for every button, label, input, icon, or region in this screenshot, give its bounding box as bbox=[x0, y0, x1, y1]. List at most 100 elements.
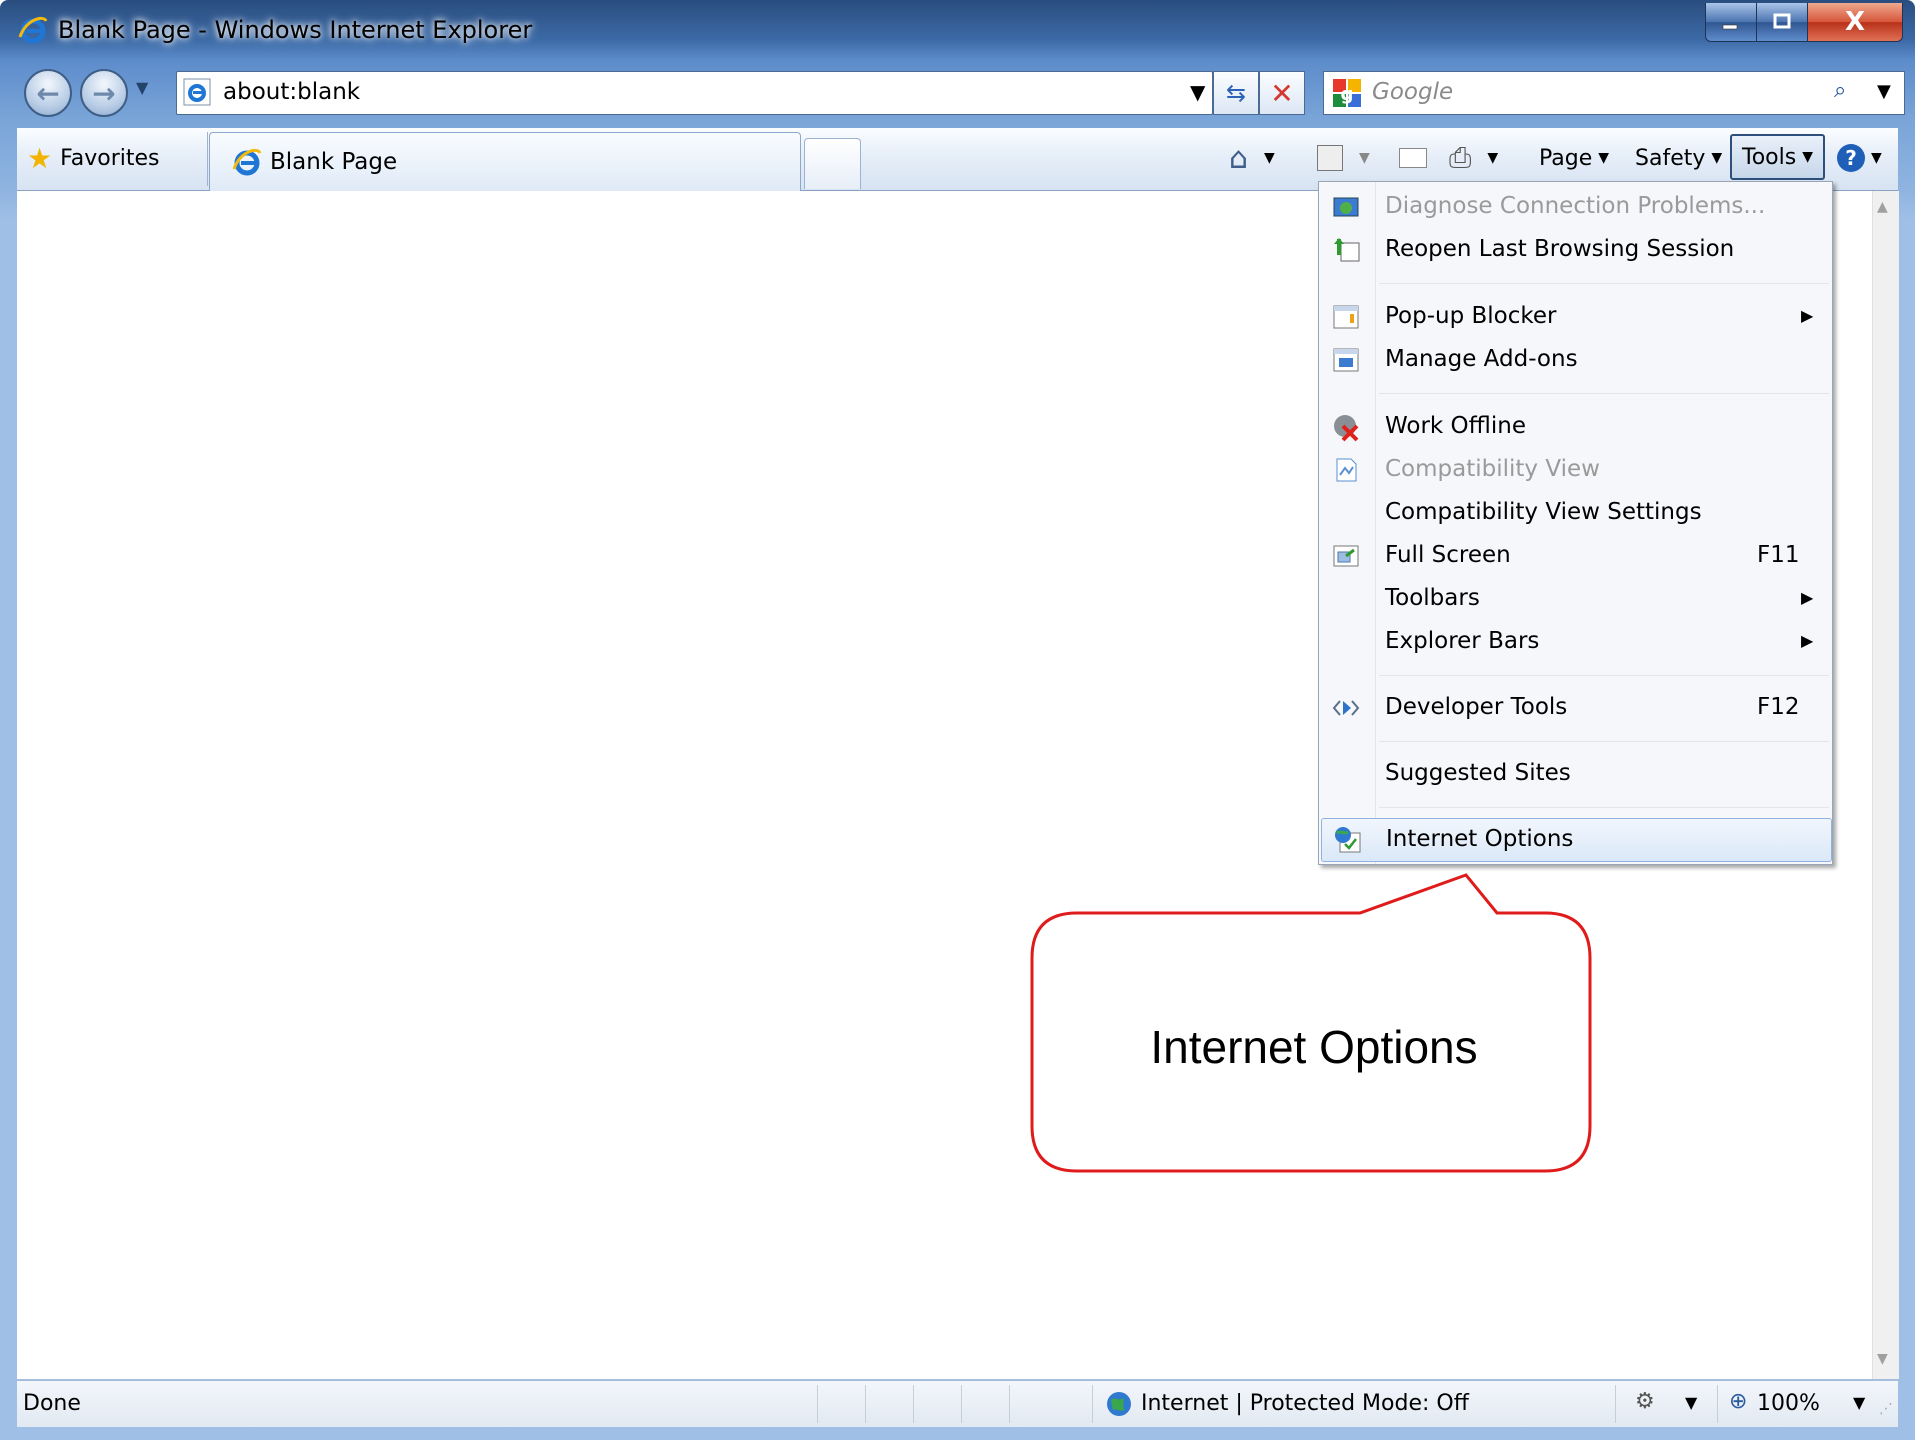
menu-item-label: Reopen Last Browsing Session bbox=[1385, 236, 1735, 262]
address-dropdown-button[interactable]: ▼ bbox=[1190, 80, 1205, 104]
menu-item-pop-up-blocker[interactable]: Pop-up Blocker ▶ bbox=[1321, 296, 1830, 338]
menu-separator bbox=[1379, 283, 1829, 285]
minimize-button[interactable] bbox=[1705, 3, 1757, 42]
menu-item-full-screen[interactable]: Full Screen F11 bbox=[1321, 535, 1830, 577]
chevron-down-icon[interactable]: ▼ bbox=[1685, 1393, 1697, 1412]
menu-item-label: Manage Add-ons bbox=[1385, 346, 1578, 372]
protected-mode-icon[interactable]: ⚙ bbox=[1635, 1389, 1655, 1414]
menu-separator bbox=[1379, 675, 1829, 677]
new-tab-button[interactable] bbox=[804, 138, 861, 189]
chevron-down-icon: ▼ bbox=[1359, 150, 1370, 166]
menu-item-label: Diagnose Connection Problems... bbox=[1385, 193, 1766, 219]
network-diagnose-icon bbox=[1333, 197, 1359, 217]
favorites-button[interactable]: ★ Favorites bbox=[27, 140, 160, 176]
tools-dropdown-menu: Diagnose Connection Problems... Reopen L… bbox=[1318, 181, 1833, 865]
chevron-down-icon[interactable]: ▼ bbox=[1853, 1393, 1865, 1412]
google-icon: g bbox=[1333, 79, 1361, 107]
full-screen-icon bbox=[1333, 545, 1359, 567]
resize-grip-icon[interactable]: ⋰ bbox=[1879, 1401, 1893, 1417]
page-menu-label: Page bbox=[1539, 145, 1593, 171]
rss-icon bbox=[1317, 145, 1343, 171]
menu-item-label: Suggested Sites bbox=[1385, 760, 1571, 786]
minimize-icon bbox=[1722, 24, 1738, 30]
read-mail-button[interactable] bbox=[1399, 138, 1427, 178]
menu-item-label: Pop-up Blocker bbox=[1385, 303, 1557, 329]
search-icon[interactable]: ⌕ bbox=[1834, 78, 1846, 103]
menu-item-shortcut: F11 bbox=[1757, 542, 1800, 568]
title-bar[interactable]: Blank Page - Windows Internet Explorer X bbox=[0, 0, 1915, 60]
menu-item-developer-tools[interactable]: Developer Tools F12 bbox=[1321, 687, 1830, 729]
chevron-down-icon: ▼ bbox=[1871, 150, 1882, 166]
address-bar[interactable]: about:blank ▼ bbox=[176, 71, 1213, 115]
safety-menu-label: Safety bbox=[1635, 145, 1706, 171]
print-button[interactable]: ⎙ ▼ bbox=[1449, 138, 1498, 178]
chevron-down-icon: ▼ bbox=[1802, 149, 1813, 165]
search-box[interactable]: g Google ⌕ ▼ bbox=[1323, 71, 1905, 115]
search-options-dropdown[interactable]: ▼ bbox=[1877, 81, 1891, 102]
vertical-scrollbar[interactable]: ▲ ▼ bbox=[1872, 191, 1899, 1379]
tab-label: Blank Page bbox=[270, 149, 398, 175]
menu-item-explorer-bars[interactable]: Explorer Bars ▶ bbox=[1321, 621, 1830, 663]
reopen-session-icon bbox=[1334, 238, 1360, 262]
menu-item-diagnose-connection-problems[interactable]: Diagnose Connection Problems... bbox=[1321, 186, 1830, 228]
status-text: Done bbox=[23, 1391, 81, 1416]
svg-text:g: g bbox=[1341, 84, 1354, 105]
refresh-button[interactable]: ⇆ bbox=[1213, 71, 1259, 115]
compatibility-view-icon bbox=[1336, 458, 1357, 482]
tab-blank-page[interactable]: Blank Page bbox=[209, 132, 801, 191]
menu-item-suggested-sites[interactable]: Suggested Sites bbox=[1321, 753, 1830, 795]
menu-item-reopen-last-browsing-session[interactable]: Reopen Last Browsing Session bbox=[1321, 229, 1830, 271]
forward-button[interactable]: → bbox=[80, 69, 128, 117]
menu-item-label: Developer Tools bbox=[1385, 694, 1568, 720]
submenu-arrow-icon: ▶ bbox=[1801, 588, 1814, 607]
status-divider bbox=[1009, 1385, 1010, 1423]
security-zone-text[interactable]: Internet | Protected Mode: Off bbox=[1141, 1391, 1469, 1416]
recent-pages-dropdown[interactable]: ▼ bbox=[136, 78, 148, 97]
menu-item-toolbars[interactable]: Toolbars ▶ bbox=[1321, 578, 1830, 620]
menu-item-compatibility-view[interactable]: Compatibility View bbox=[1321, 449, 1830, 491]
scroll-up-arrow-icon[interactable]: ▲ bbox=[1877, 199, 1888, 215]
chevron-down-icon: ▼ bbox=[1487, 150, 1499, 166]
menu-item-internet-options[interactable]: Internet Options bbox=[1321, 818, 1832, 862]
status-divider bbox=[1717, 1385, 1718, 1423]
maximize-button[interactable] bbox=[1756, 3, 1808, 42]
help-button[interactable]: ? ▼ bbox=[1837, 138, 1882, 178]
menu-item-compatibility-view-settings[interactable]: Compatibility View Settings bbox=[1321, 492, 1830, 534]
maximize-icon bbox=[1773, 13, 1791, 29]
menu-item-manage-add-ons[interactable]: Manage Add-ons bbox=[1321, 339, 1830, 381]
refresh-icon: ⇆ bbox=[1225, 79, 1247, 107]
home-button[interactable]: ⌂ ▼ bbox=[1229, 138, 1275, 178]
status-divider bbox=[865, 1385, 866, 1423]
menu-item-label: Internet Options bbox=[1386, 826, 1574, 852]
add-ons-icon bbox=[1333, 348, 1359, 372]
tools-menu-button[interactable]: Tools ▼ bbox=[1730, 134, 1825, 180]
status-divider bbox=[1092, 1385, 1093, 1423]
status-divider bbox=[913, 1385, 914, 1423]
safety-menu-button[interactable]: Safety ▼ bbox=[1635, 138, 1722, 178]
zoom-icon[interactable]: ⊕ bbox=[1729, 1389, 1747, 1414]
menu-item-label: Compatibility View bbox=[1385, 456, 1600, 482]
scroll-down-arrow-icon[interactable]: ▼ bbox=[1877, 1351, 1888, 1367]
stop-button[interactable]: ✕ bbox=[1259, 71, 1305, 115]
close-button[interactable]: X bbox=[1807, 3, 1903, 42]
feeds-button[interactable]: ▼ bbox=[1317, 138, 1370, 178]
menu-separator bbox=[1379, 807, 1829, 809]
page-menu-button[interactable]: Page ▼ bbox=[1539, 138, 1609, 178]
help-icon: ? bbox=[1837, 144, 1865, 172]
menu-item-work-offline[interactable]: Work Offline bbox=[1321, 406, 1830, 448]
chevron-down-icon: ▼ bbox=[1711, 150, 1723, 166]
menu-separator bbox=[1379, 393, 1829, 395]
address-input[interactable]: about:blank bbox=[223, 79, 360, 105]
zoom-level[interactable]: 100% bbox=[1757, 1391, 1820, 1416]
menu-item-label: Work Offline bbox=[1385, 413, 1527, 439]
back-button[interactable]: ← bbox=[24, 69, 72, 117]
back-arrow-icon: ← bbox=[36, 76, 60, 110]
ie-logo-icon bbox=[232, 148, 262, 176]
toolbar-divider bbox=[207, 132, 208, 186]
ie-logo-icon bbox=[18, 16, 48, 44]
submenu-arrow-icon: ▶ bbox=[1801, 631, 1814, 650]
search-input[interactable]: Google bbox=[1372, 79, 1453, 105]
globe-icon bbox=[1107, 1392, 1131, 1416]
menu-item-label: Explorer Bars bbox=[1385, 628, 1540, 654]
menu-item-label: Compatibility View Settings bbox=[1385, 499, 1702, 525]
